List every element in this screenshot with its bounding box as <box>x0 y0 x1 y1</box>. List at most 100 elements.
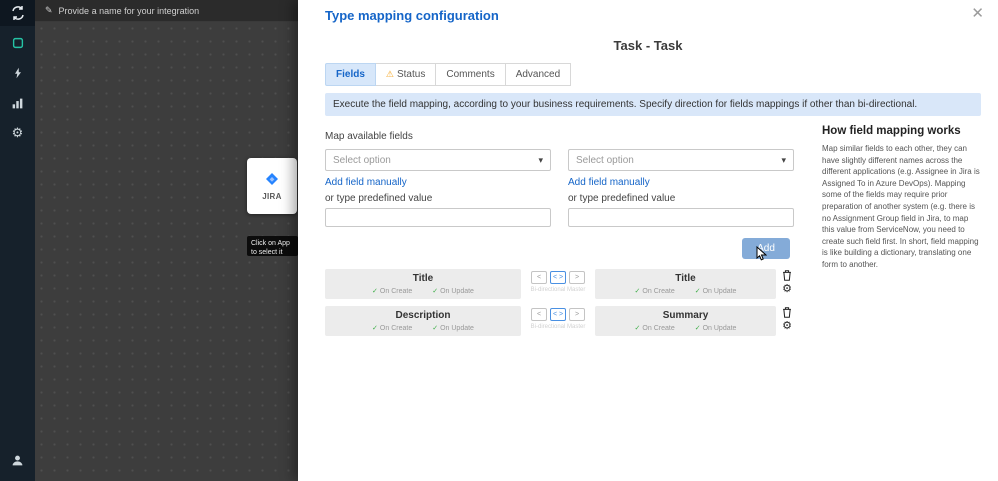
type-mapping-modal: Type mapping configuration ✕ Task - Task… <box>298 0 998 481</box>
jira-logo-icon <box>264 172 280 188</box>
check-icon: ✓ <box>432 325 438 332</box>
field-label: Summary <box>595 310 776 321</box>
left-field-column: Select option ▾ Add field manually or ty… <box>325 149 551 227</box>
row-actions: ⚙ <box>780 270 794 295</box>
jira-app-node[interactable]: JIRA <box>247 158 297 214</box>
tab-status-label: Status <box>397 69 425 80</box>
mapping-pair-title: Task - Task <box>298 38 998 53</box>
tab-fields-label: Fields <box>336 69 365 80</box>
direction-caption: Bi-directional Master <box>531 324 586 330</box>
help-title: How field mapping works <box>822 125 982 137</box>
left-or-label: or type predefined value <box>325 193 551 204</box>
left-predefined-value-input[interactable] <box>325 208 551 227</box>
user-profile-icon[interactable] <box>0 447 35 473</box>
app-logo-icon <box>0 0 35 26</box>
flag-on-update: ✓On Update <box>432 287 474 295</box>
direction-controls: < < > > Bi-directional Master <box>521 271 595 293</box>
flag-on-create: ✓On Create <box>372 287 412 295</box>
check-icon: ✓ <box>695 288 701 295</box>
right-field-select[interactable]: Select option ▾ <box>568 149 794 171</box>
flag-label: On Create <box>380 325 412 332</box>
check-icon: ✓ <box>635 288 641 295</box>
trash-icon[interactable] <box>782 270 792 281</box>
integration-name-bar[interactable]: ✎ Provide a name for your integration <box>35 0 298 22</box>
right-predefined-value-input[interactable] <box>568 208 794 227</box>
mapping-left-field: Title ✓On Create ✓On Update <box>325 269 521 299</box>
row-settings-gear-icon[interactable]: ⚙ <box>782 321 792 332</box>
flag-label: On Update <box>703 325 737 332</box>
warning-icon: ⚠ <box>386 69 394 80</box>
sidebar-item-reports-chart-icon[interactable] <box>0 90 35 116</box>
chevron-down-icon: ▾ <box>781 155 786 166</box>
app-root: ⚙ ✎ Provide a name for your integration … <box>0 0 998 481</box>
sidebar-item-actions-bolt-icon[interactable] <box>0 60 35 86</box>
flag-on-update: ✓On Update <box>695 287 737 295</box>
tab-comments-label: Comments <box>446 69 494 80</box>
direction-caption: Bi-directional Master <box>531 287 586 293</box>
tab-comments[interactable]: Comments <box>436 63 505 86</box>
direction-right-button[interactable]: > <box>569 308 585 321</box>
flag-label: On Create <box>642 325 674 332</box>
field-label: Title <box>325 273 521 284</box>
canvas-tooltip: Click on App to select it <box>247 236 298 256</box>
info-banner: Execute the field mapping, according to … <box>325 93 981 116</box>
tab-fields[interactable]: Fields <box>325 63 376 86</box>
flag-label: On Update <box>440 325 474 332</box>
tab-bar: Fields ⚠ Status Comments Advanced <box>325 63 571 86</box>
map-available-fields-label: Map available fields <box>325 131 413 142</box>
modal-title: Type mapping configuration <box>325 8 499 23</box>
check-icon: ✓ <box>635 325 641 332</box>
flag-label: On Update <box>703 288 737 295</box>
right-select-placeholder: Select option <box>576 155 634 166</box>
tab-advanced[interactable]: Advanced <box>506 63 571 86</box>
field-label: Title <box>595 273 776 284</box>
direction-right-button[interactable]: > <box>569 271 585 284</box>
right-add-field-link[interactable]: Add field manually <box>568 177 794 188</box>
gear-icon: ⚙ <box>12 125 24 141</box>
pencil-icon: ✎ <box>45 5 53 16</box>
field-flags: ✓On Create ✓On Update <box>325 287 521 295</box>
mapping-row: Title ✓On Create ✓On Update < < > > Bi-d… <box>325 269 792 301</box>
direction-both-button[interactable]: < > <box>550 271 566 284</box>
tab-advanced-label: Advanced <box>516 69 560 80</box>
direction-left-button[interactable]: < <box>531 308 547 321</box>
left-add-field-link[interactable]: Add field manually <box>325 177 551 188</box>
field-flags: ✓On Create ✓On Update <box>595 324 776 332</box>
check-icon: ✓ <box>695 325 701 332</box>
check-icon: ✓ <box>372 288 378 295</box>
flag-label: On Create <box>642 288 674 295</box>
row-actions: ⚙ <box>780 307 794 332</box>
close-icon[interactable]: ✕ <box>971 4 984 22</box>
mapping-left-field: Description ✓On Create ✓On Update <box>325 306 521 336</box>
sidebar-item-settings-gear-icon[interactable]: ⚙ <box>0 120 35 146</box>
flag-on-create: ✓On Create <box>635 287 675 295</box>
left-select-placeholder: Select option <box>333 155 391 166</box>
direction-left-button[interactable]: < <box>531 271 547 284</box>
help-panel: How field mapping works Map similar fiel… <box>822 125 982 271</box>
mapping-row: Description ✓On Create ✓On Update < < > … <box>325 306 792 338</box>
flag-on-update: ✓On Update <box>695 324 737 332</box>
mapping-right-field: Summary ✓On Create ✓On Update <box>595 306 776 336</box>
flag-on-create: ✓On Create <box>635 324 675 332</box>
right-field-column: Select option ▾ Add field manually or ty… <box>568 149 794 227</box>
tab-status[interactable]: ⚠ Status <box>376 63 436 86</box>
trash-icon[interactable] <box>782 307 792 318</box>
sidebar: ⚙ <box>0 0 35 481</box>
left-field-select[interactable]: Select option ▾ <box>325 149 551 171</box>
direction-controls: < < > > Bi-directional Master <box>521 308 595 330</box>
flag-label: On Update <box>440 288 474 295</box>
node-label: JIRA <box>262 192 281 201</box>
flag-on-create: ✓On Create <box>372 324 412 332</box>
mapping-right-field: Title ✓On Create ✓On Update <box>595 269 776 299</box>
sidebar-item-integrations-icon[interactable] <box>0 30 35 56</box>
row-settings-gear-icon[interactable]: ⚙ <box>782 284 792 295</box>
field-flags: ✓On Create ✓On Update <box>325 324 521 332</box>
direction-buttons: < < > > <box>531 271 585 284</box>
direction-both-button[interactable]: < > <box>550 308 566 321</box>
help-body: Map similar fields to each other, they c… <box>822 143 982 271</box>
check-icon: ✓ <box>432 288 438 295</box>
designer-canvas[interactable]: JIRA Click on App to select it <box>35 22 298 481</box>
field-label: Description <box>325 310 521 321</box>
add-mapping-button[interactable]: Add <box>742 238 790 259</box>
direction-buttons: < < > > <box>531 308 585 321</box>
